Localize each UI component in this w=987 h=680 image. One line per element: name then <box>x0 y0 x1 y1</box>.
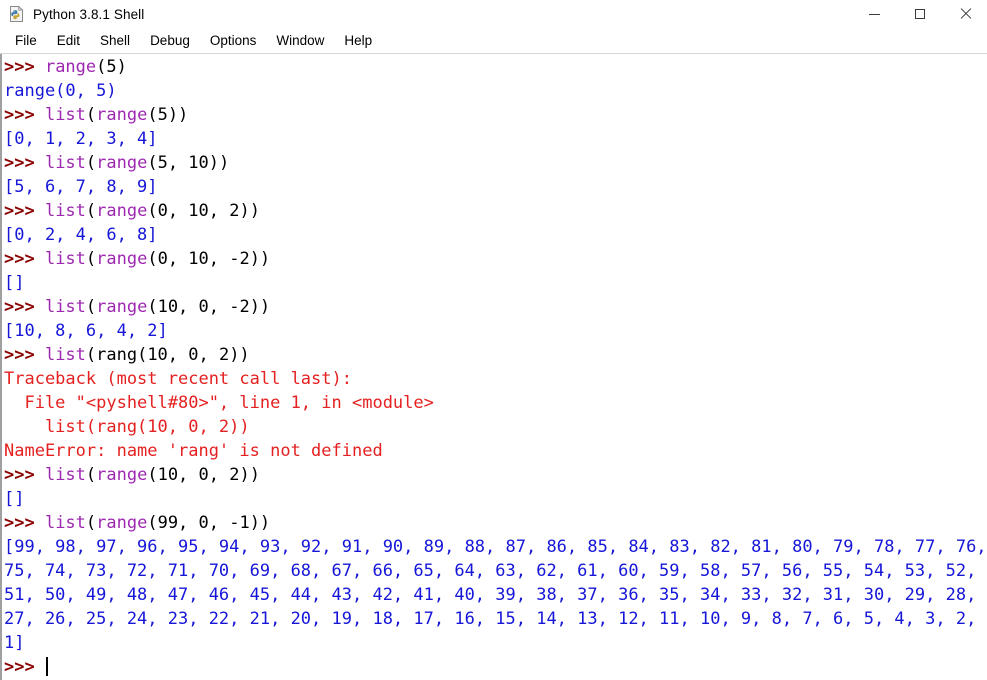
shell-span-code: (99, 0, -1)) <box>147 513 271 533</box>
shell-span-builtin: range <box>96 513 148 533</box>
shell-span-code: ( <box>85 249 97 269</box>
text-caret <box>45 657 48 676</box>
menu-bar: File Edit Shell Debug Options Window Hel… <box>0 29 987 54</box>
shell-span-code: (0, 10, -2)) <box>147 249 271 269</box>
shell-span-prompt: >>> <box>4 657 45 677</box>
shell-span-code: (0, 10, 2)) <box>147 201 260 221</box>
shell-span-err: File "<pyshell#80>", line 1, in <module> <box>4 393 434 413</box>
shell-span-builtin: list <box>44 513 86 533</box>
shell-text[interactable]: >>> range(5) range(0, 5) >>> list(range(5)… <box>4 54 987 680</box>
shell-span-err: Traceback (most recent call last): <box>4 369 352 389</box>
shell-span-builtin: range <box>96 105 148 125</box>
shell-line: >>> list(range(0, 10, 2)) <box>4 199 987 223</box>
shell-span-prompt: >>> <box>4 153 45 173</box>
shell-line: >>> list(range(5)) <box>4 103 987 127</box>
window-controls <box>852 0 987 28</box>
shell-line: >>> range(5) <box>4 55 987 79</box>
shell-span-code: (5)) <box>147 105 189 125</box>
shell-span-code: ( <box>85 105 97 125</box>
shell-line: >>> list(range(10, 0, -2)) <box>4 295 987 319</box>
shell-span-out: [99, 98, 97, 96, 95, 94, 93, 92, 91, 90,… <box>4 537 987 653</box>
shell-span-code: (5, 10)) <box>147 153 230 173</box>
shell-span-builtin: list <box>44 249 86 269</box>
shell-span-prompt: >>> <box>4 105 45 125</box>
shell-line: range(0, 5) <box>4 79 987 103</box>
shell-line: Traceback (most recent call last): <box>4 367 987 391</box>
minimize-icon <box>869 13 880 15</box>
shell-span-builtin: range <box>96 297 148 317</box>
shell-span-prompt: >>> <box>4 345 45 365</box>
shell-span-builtin: range <box>96 249 148 269</box>
menu-item-shell[interactable]: Shell <box>90 31 140 51</box>
shell-span-builtin: list <box>44 465 86 485</box>
shell-span-builtin: list <box>44 345 86 365</box>
shell-span-prompt: >>> <box>4 297 45 317</box>
shell-span-out: [0, 1, 2, 3, 4] <box>4 129 158 149</box>
menu-item-help[interactable]: Help <box>334 31 382 51</box>
shell-line: >>> <box>4 655 987 679</box>
left-margin-rule <box>0 54 2 680</box>
shell-span-prompt: >>> <box>4 249 45 269</box>
shell-line: [10, 8, 6, 4, 2] <box>4 319 987 343</box>
shell-line: >>> list(range(0, 10, -2)) <box>4 247 987 271</box>
shell-line: list(rang(10, 0, 2)) <box>4 415 987 439</box>
python-file-icon <box>8 5 26 23</box>
title-bar: Python 3.8.1 Shell <box>0 0 987 29</box>
shell-span-out: [0, 2, 4, 6, 8] <box>4 225 158 245</box>
shell-span-builtin: range <box>96 465 148 485</box>
shell-span-out: [10, 8, 6, 4, 2] <box>4 321 168 341</box>
shell-line: [0, 1, 2, 3, 4] <box>4 127 987 151</box>
shell-span-code: ( <box>85 297 97 317</box>
shell-span-code: ( <box>85 513 97 533</box>
shell-span-code: ( <box>85 153 97 173</box>
close-icon <box>959 8 971 20</box>
shell-span-builtin: range <box>96 153 148 173</box>
shell-span-builtin: range <box>96 201 148 221</box>
shell-span-prompt: >>> <box>4 57 45 77</box>
shell-line: [99, 98, 97, 96, 95, 94, 93, 92, 91, 90,… <box>4 535 987 655</box>
shell-span-out: [] <box>4 489 25 509</box>
shell-span-code: ( <box>85 201 97 221</box>
maximize-icon <box>914 9 925 19</box>
shell-span-builtin: list <box>44 201 86 221</box>
shell-span-out: [] <box>4 273 25 293</box>
idle-shell-window: Python 3.8.1 Shell File Edit Shell Debug… <box>0 0 987 680</box>
shell-span-builtin: list <box>44 105 86 125</box>
shell-line: NameError: name 'rang' is not defined <box>4 439 987 463</box>
window-title: Python 3.8.1 Shell <box>33 6 145 22</box>
shell-line: File "<pyshell#80>", line 1, in <module> <box>4 391 987 415</box>
shell-line: >>> list(range(5, 10)) <box>4 151 987 175</box>
shell-span-prompt: >>> <box>4 513 45 533</box>
shell-span-prompt: >>> <box>4 465 45 485</box>
shell-span-builtin: list <box>44 297 86 317</box>
menu-item-file[interactable]: File <box>5 31 47 51</box>
shell-span-out: range(0, 5) <box>4 81 117 101</box>
shell-line: [] <box>4 487 987 511</box>
shell-line: >>> list(range(99, 0, -1)) <box>4 511 987 535</box>
shell-line: [] <box>4 271 987 295</box>
shell-output-area[interactable]: >>> range(5) range(0, 5) >>> list(range(5)… <box>0 54 987 680</box>
maximize-button[interactable] <box>897 0 942 28</box>
shell-span-prompt: >>> <box>4 201 45 221</box>
minimize-button[interactable] <box>852 0 897 28</box>
shell-span-code: ( <box>85 465 97 485</box>
menu-item-window[interactable]: Window <box>266 31 334 51</box>
shell-span-err: list(rang(10, 0, 2)) <box>4 417 250 437</box>
shell-span-code: (rang(10, 0, 2)) <box>85 345 250 365</box>
shell-line: [0, 2, 4, 6, 8] <box>4 223 987 247</box>
shell-span-err: NameError: name 'rang' is not defined <box>4 441 383 461</box>
shell-span-out: [5, 6, 7, 8, 9] <box>4 177 158 197</box>
shell-span-code: (10, 0, -2)) <box>147 297 271 317</box>
shell-line: [5, 6, 7, 8, 9] <box>4 175 987 199</box>
shell-span-code: (5) <box>96 57 127 77</box>
shell-span-builtin: range <box>44 57 97 77</box>
shell-line: >>> list(range(10, 0, 2)) <box>4 463 987 487</box>
shell-span-code: (10, 0, 2)) <box>147 465 260 485</box>
shell-line: >>> list(rang(10, 0, 2)) <box>4 343 987 367</box>
menu-item-options[interactable]: Options <box>200 31 267 51</box>
menu-item-debug[interactable]: Debug <box>140 31 200 51</box>
shell-span-builtin: list <box>44 153 86 173</box>
menu-item-edit[interactable]: Edit <box>47 31 90 51</box>
close-button[interactable] <box>942 0 987 28</box>
